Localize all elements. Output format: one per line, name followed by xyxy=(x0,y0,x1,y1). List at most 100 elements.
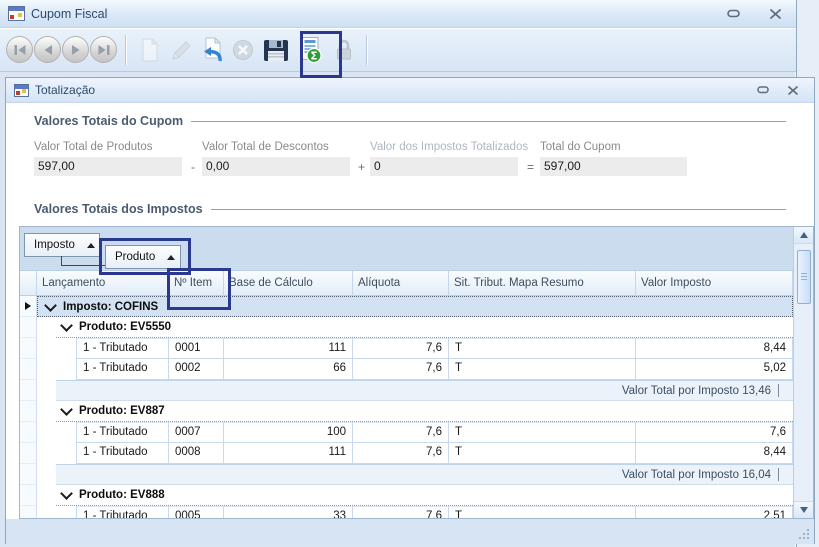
column-header-3[interactable]: Base de Cálculo xyxy=(224,271,353,296)
group-row-produto[interactable]: Produto: EV888 xyxy=(20,485,793,506)
cell[interactable]: 2,51 xyxy=(636,506,793,518)
cell[interactable]: 7,6 xyxy=(353,443,449,464)
total-cupom-input[interactable]: 597,00 xyxy=(540,157,687,176)
column-header-4[interactable]: Alíquota xyxy=(353,271,449,296)
field-label: Valor dos Impostos Totalizados xyxy=(370,141,518,155)
table-row[interactable]: 1 - Tributado00081117,6T8,44 xyxy=(20,443,793,464)
cell[interactable]: 100 xyxy=(224,422,353,443)
cell[interactable]: 111 xyxy=(224,338,353,359)
previous-record-button[interactable] xyxy=(34,36,61,63)
first-record-button[interactable] xyxy=(6,36,33,63)
cell[interactable]: 1 - Tributado xyxy=(76,506,169,518)
group-label: Produto: EV888 xyxy=(79,489,165,501)
window-icon xyxy=(14,84,29,97)
cell[interactable]: T xyxy=(449,338,636,359)
child-close-button[interactable] xyxy=(782,81,804,99)
valor-total-descontos-input[interactable]: 0,00 xyxy=(202,157,350,176)
section-title: Valores Totais do Cupom xyxy=(34,114,183,128)
chevron-down-icon[interactable] xyxy=(60,403,73,416)
row-indicator xyxy=(20,380,37,401)
cell[interactable]: 8,44 xyxy=(636,443,793,464)
valor-impostos-totalizados-input[interactable]: 0 xyxy=(370,157,518,176)
vertical-scrollbar[interactable] xyxy=(793,227,813,518)
cell[interactable]: 33 xyxy=(224,506,353,518)
cancel-button[interactable] xyxy=(227,31,258,69)
child-minimize-button[interactable] xyxy=(752,81,774,99)
cell[interactable]: 0005 xyxy=(169,506,224,518)
resize-grip[interactable] xyxy=(796,526,810,540)
cell[interactable]: 8,44 xyxy=(636,338,793,359)
cell[interactable]: 5,02 xyxy=(636,359,793,380)
table-row[interactable]: 1 - Tributado0005337,6T2,51 xyxy=(20,506,793,518)
undo-button[interactable] xyxy=(196,31,227,69)
group-label: Imposto: COFINS xyxy=(63,301,158,313)
scroll-down-button[interactable] xyxy=(794,501,813,518)
cell[interactable]: 1 - Tributado xyxy=(76,422,169,443)
table-row[interactable]: 1 - Tributado0002667,6T5,02 xyxy=(20,359,793,380)
group-label: Produto: EV887 xyxy=(79,405,165,417)
save-button[interactable] xyxy=(258,31,294,69)
row-indicator-header xyxy=(20,271,37,296)
main-window-title: Cupom Fiscal xyxy=(31,7,107,21)
scroll-up-button[interactable] xyxy=(794,227,813,244)
column-header-5[interactable]: Sit. Tribut. Mapa Resumo xyxy=(449,271,636,296)
annotation-item-column-header xyxy=(167,268,231,310)
save-icon xyxy=(262,37,290,63)
cell[interactable]: 7,6 xyxy=(636,422,793,443)
edit-record-button[interactable] xyxy=(165,31,196,69)
summary-tick xyxy=(778,468,779,481)
column-header-6[interactable]: Valor Imposto xyxy=(636,271,793,296)
cell[interactable]: T xyxy=(449,422,636,443)
last-record-button[interactable] xyxy=(90,36,117,63)
arrow-up-icon xyxy=(800,232,808,238)
chevron-down-icon[interactable] xyxy=(44,299,57,312)
group-total-text: Valor Total por Imposto 16,04 xyxy=(622,469,771,481)
first-record-icon xyxy=(13,44,27,56)
table-row[interactable]: 1 - Tributado00071007,6T7,6 xyxy=(20,422,793,443)
section-rule xyxy=(211,209,786,210)
cell[interactable]: T xyxy=(449,443,636,464)
field-valor-impostos-totalizados: Valor dos Impostos Totalizados 0 xyxy=(370,141,518,176)
cell[interactable]: 7,6 xyxy=(353,338,449,359)
current-row-arrow-icon xyxy=(25,302,31,310)
group-row-imposto[interactable]: Imposto: COFINS xyxy=(20,296,793,317)
cell[interactable]: 66 xyxy=(224,359,353,380)
cell[interactable]: T xyxy=(449,506,636,518)
cell[interactable]: 0002 xyxy=(169,359,224,380)
chevron-down-icon[interactable] xyxy=(60,487,73,500)
group-button-imposto[interactable]: Imposto xyxy=(24,233,100,257)
cell[interactable]: 111 xyxy=(224,443,353,464)
cell[interactable]: T xyxy=(449,359,636,380)
cell[interactable]: 1 - Tributado xyxy=(76,338,169,359)
row-indicator xyxy=(20,401,37,422)
annotation-totalize-button xyxy=(300,31,342,78)
undo-icon xyxy=(199,37,225,63)
group-row-produto[interactable]: Produto: EV887 xyxy=(20,401,793,422)
cell[interactable]: 0001 xyxy=(169,338,224,359)
chevron-down-icon[interactable] xyxy=(60,319,73,332)
pencil-icon xyxy=(169,37,193,63)
scrollbar-thumb[interactable] xyxy=(797,250,811,304)
operator-equals: = xyxy=(527,160,534,174)
cell[interactable]: 7,6 xyxy=(353,422,449,443)
valor-total-produtos-input[interactable]: 597,00 xyxy=(34,157,182,176)
cell[interactable]: 7,6 xyxy=(353,359,449,380)
minimize-button[interactable] xyxy=(722,5,744,23)
cell[interactable]: 7,6 xyxy=(353,506,449,518)
close-button[interactable] xyxy=(764,5,786,23)
table-row[interactable]: 1 - Tributado00011117,6T8,44 xyxy=(20,338,793,359)
summary-row[interactable]: Valor Total por Imposto 13,46 xyxy=(20,380,793,401)
row-indicator xyxy=(20,506,37,518)
summary-row[interactable]: Valor Total por Imposto 16,04 xyxy=(20,464,793,485)
row-indicator xyxy=(20,317,37,338)
section-valores-cupom: Valores Totais do Cupom xyxy=(34,114,786,128)
cell[interactable]: 1 - Tributado xyxy=(76,443,169,464)
app-icon xyxy=(8,6,25,21)
next-record-button[interactable] xyxy=(62,36,89,63)
cell[interactable]: 1 - Tributado xyxy=(76,359,169,380)
new-record-button[interactable] xyxy=(134,31,165,69)
cell[interactable]: 0008 xyxy=(169,443,224,464)
section-rule xyxy=(191,121,786,122)
group-row-produto[interactable]: Produto: EV5550 xyxy=(20,317,793,338)
cell[interactable]: 0007 xyxy=(169,422,224,443)
